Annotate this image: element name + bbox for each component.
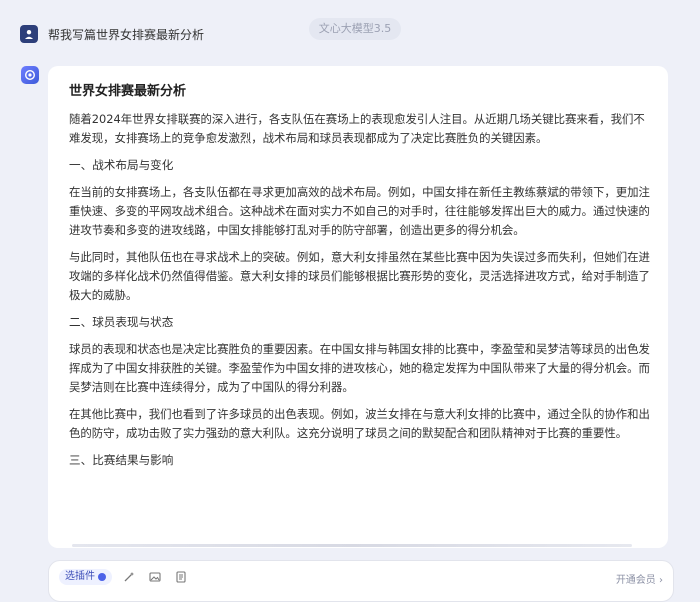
user-message-text: 帮我写篇世界女排赛最新分析 <box>48 27 205 42</box>
image-icon[interactable] <box>149 571 161 583</box>
streaming-text-placeholder <box>72 544 632 547</box>
plugin-badge-icon <box>98 573 106 581</box>
section-players-paragraph-1: 球员的表现和状态也是决定比赛胜负的重要因素。在中国女排与韩国女排的比赛中，李盈莹… <box>69 342 650 394</box>
model-label-pill[interactable]: 文心大模型3.5 <box>309 18 401 40</box>
magic-wand-icon[interactable] <box>123 571 135 583</box>
section-heading-tactics: 一、战术布局与变化 <box>69 158 174 172</box>
section-tactics-paragraph-1: 在当前的女排赛场上，各支队伍都在寻求更加高效的战术布局。例如，中国女排在新任主教… <box>69 185 650 237</box>
section-players-paragraph-2: 在其他比赛中，我们也看到了许多球员的出色表现。例如，波兰女排在与意大利女排的比赛… <box>69 407 650 440</box>
answer-card: 世界女排赛最新分析 随着2024年世界女排联赛的深入进行，各支队伍在赛场上的表现… <box>48 66 668 548</box>
section-tactics-paragraph-2: 与此同时，其他队伍也在寻求战术上的突破。例如，意大利女排虽然在某些比赛中因为失误… <box>69 250 650 302</box>
document-icon[interactable] <box>175 571 187 583</box>
answer-intro: 随着2024年世界女排联赛的深入进行，各支队伍在赛场上的表现愈发引人注目。从近期… <box>69 112 645 145</box>
message-composer[interactable]: 选插件 开通会员 › <box>48 560 674 602</box>
user-avatar-icon <box>20 25 38 43</box>
section-heading-results: 三、比赛结果与影响 <box>69 453 174 467</box>
upgrade-membership-link[interactable]: 开通会员 › <box>616 571 663 586</box>
ernie-bot-icon <box>21 66 39 84</box>
answer-content: 世界女排赛最新分析 随着2024年世界女排联赛的深入进行，各支队伍在赛场上的表现… <box>69 80 651 478</box>
section-heading-players: 二、球员表现与状态 <box>69 315 174 329</box>
answer-title: 世界女排赛最新分析 <box>69 84 187 99</box>
user-message-row: 帮我写篇世界女排赛最新分析 <box>20 25 204 43</box>
